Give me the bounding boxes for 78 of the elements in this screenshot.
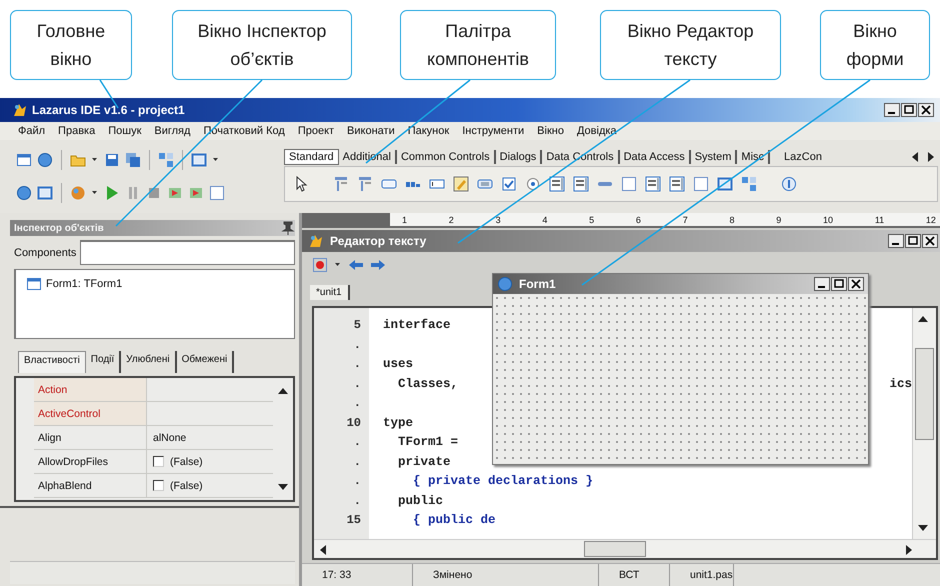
menu-item[interactable]: Вікно <box>537 125 564 137</box>
line-number: 5 <box>352 317 362 334</box>
property-name[interactable]: Action <box>34 378 147 401</box>
menu-item[interactable]: Правка <box>58 125 96 137</box>
callout-label: Головне вікно <box>10 10 132 80</box>
ruler-number: 4 <box>542 214 548 224</box>
property-name[interactable]: AllowDropFiles <box>34 450 147 473</box>
line-number: . <box>352 376 362 392</box>
line-number: . <box>352 336 362 354</box>
palette-tab[interactable]: LazCon <box>780 150 826 164</box>
callout-label: Палітра компонентів <box>400 10 556 80</box>
menu-item[interactable]: Пошук <box>108 125 142 137</box>
status-text: unit1.pas <box>670 564 734 586</box>
palette-tab[interactable]: Dialogs <box>496 150 542 164</box>
window-title: Lazarus IDE v1.6 - project1 <box>32 103 186 117</box>
ruler-number: 11 <box>874 214 884 224</box>
line-number: . <box>352 434 362 451</box>
property-value: (False) <box>170 456 203 468</box>
ruler-number: 1 <box>402 214 408 224</box>
inspector-title: Інспектор об'єктів <box>14 222 105 234</box>
menu-item[interactable]: Пакунок <box>408 125 450 137</box>
code-line: public <box>397 492 444 510</box>
code-line: { private declarations } <box>412 473 594 490</box>
palette-tab[interactable]: System <box>690 150 738 164</box>
palette-tab[interactable]: Common Controls <box>396 150 496 164</box>
code-line: Classes, <box>397 376 458 392</box>
ruler-number: 12 <box>926 214 936 224</box>
ruler-number: 10 <box>823 214 834 224</box>
status-text: ВСТ <box>599 564 670 586</box>
property-name[interactable]: Align <box>34 426 147 449</box>
callout-label: Вікно Редактор тексту <box>600 10 781 80</box>
inspector-tab[interactable]: Улюблені <box>121 351 177 373</box>
line-number: 10 <box>346 414 362 432</box>
code-fragment: ics <box>889 376 912 392</box>
ruler-number: 9 <box>776 214 782 224</box>
palette-tab[interactable]: Data Access <box>620 150 691 164</box>
callout-label: Вікно форми <box>820 10 930 80</box>
menu-item[interactable]: Інструменти <box>462 125 524 137</box>
menu-item[interactable]: Файл <box>18 125 46 137</box>
menu-item[interactable]: Виконати <box>347 125 395 137</box>
code-line: type <box>383 414 414 432</box>
line-number: 15 <box>346 512 362 529</box>
inspector-tab[interactable]: Події <box>86 351 122 373</box>
property-name[interactable]: ActiveControl <box>34 402 147 425</box>
ruler-number: 6 <box>636 214 641 224</box>
menu-item[interactable]: Вигляд <box>154 125 190 137</box>
file-tab[interactable]: *unit1 <box>310 285 350 300</box>
line-number: . <box>352 395 362 412</box>
inspector-tab[interactable]: Властивості <box>18 351 86 373</box>
editor-title: Редактор тексту <box>330 234 428 248</box>
property-value: alNone <box>153 432 186 444</box>
line-number: . <box>352 454 362 470</box>
code-line: uses <box>383 356 414 373</box>
ruler-number: 3 <box>496 214 501 224</box>
property-name[interactable]: AlphaBlend <box>34 474 147 497</box>
form-title: Form1 <box>519 277 557 291</box>
ruler-number: 7 <box>682 214 688 224</box>
line-number: . <box>352 356 362 373</box>
menu-item[interactable]: Проект <box>298 125 334 137</box>
inspector-tab[interactable]: Обмежені <box>176 351 234 373</box>
palette-tab[interactable]: Standard <box>284 149 339 165</box>
code-line: TForm1 = <box>397 434 458 451</box>
form-window[interactable]: Form1 <box>492 273 869 465</box>
ruler-number: 8 <box>729 214 734 224</box>
code-line: interface <box>383 317 451 334</box>
line-number: . <box>352 473 362 490</box>
ruler-number: 5 <box>589 214 594 224</box>
code-line: { public de <box>412 512 496 529</box>
status-text: 17: 33 <box>302 564 413 586</box>
status-text: Змінено <box>413 564 599 586</box>
tree-item[interactable]: Form1: TForm1 <box>46 278 122 290</box>
property-value: (False) <box>170 480 203 492</box>
line-number: . <box>352 492 362 510</box>
components-label: Components <box>14 246 76 258</box>
ruler-number: 2 <box>448 214 454 224</box>
code-line: private <box>397 454 451 470</box>
menu-item[interactable]: Довідка <box>576 125 617 137</box>
callout-label: Вікно Інспектор об’єктів <box>172 10 352 80</box>
